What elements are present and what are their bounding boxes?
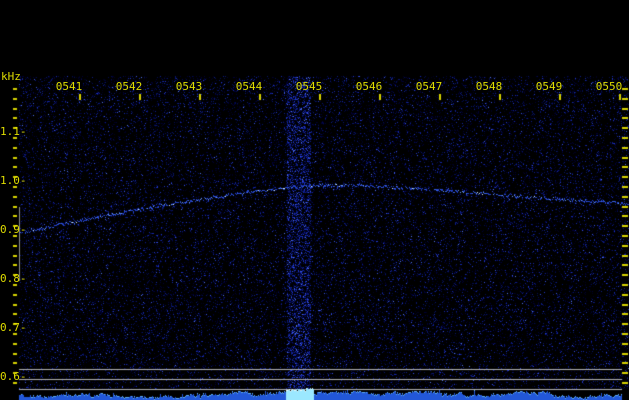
time-axis-label: 0549 (535, 80, 563, 93)
freq-axis-label: 0.6- (0, 370, 27, 383)
time-axis-label: 0550 (595, 80, 623, 93)
freq-axis-label: 1.1- (0, 125, 27, 138)
spectrogram-canvas (0, 0, 629, 400)
time-axis-label: 0545 (295, 80, 323, 93)
time-axis-label: 0543 (175, 80, 203, 93)
freq-axis-label: 0.8- (0, 272, 27, 285)
time-axis-label: 0548 (475, 80, 503, 93)
hrofft-window: H R O F F T 1.0.0f 2601160540.png meteor… (0, 0, 629, 400)
time-axis-label: 0544 (235, 80, 263, 93)
time-axis-label: 0541 (55, 80, 83, 93)
time-axis-label: 0547 (415, 80, 443, 93)
time-axis-label: 0546 (355, 80, 383, 93)
time-axis-label: 0542 (115, 80, 143, 93)
freq-axis-label: 1.0- (0, 174, 27, 187)
freq-axis-label: 0.9- (0, 223, 27, 236)
freq-axis-unit: kHz (1, 70, 21, 83)
freq-axis-label: 0.7- (0, 321, 27, 334)
